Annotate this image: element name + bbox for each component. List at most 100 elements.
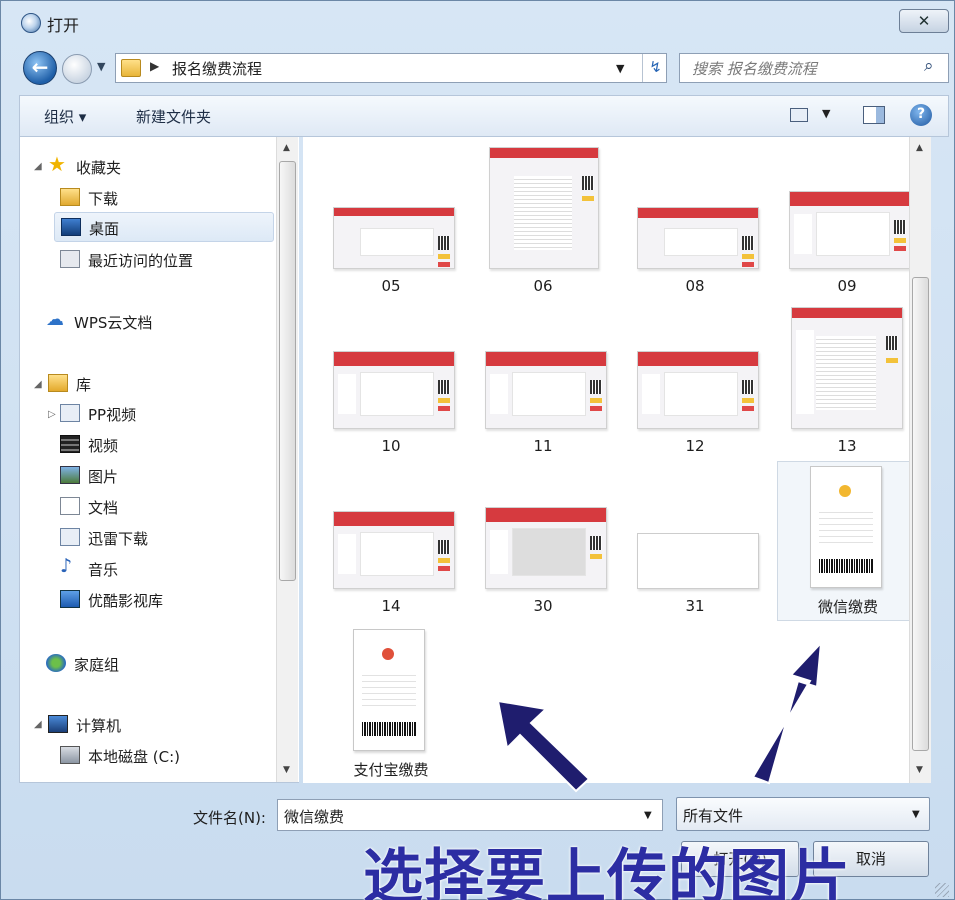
filename-dropdown-icon[interactable]: ▼ (644, 810, 652, 821)
pictures-icon (60, 466, 80, 484)
filename-label: 文件名(N): (193, 809, 266, 827)
file-thumbnail (637, 207, 759, 269)
file-item[interactable]: 10 (321, 301, 461, 461)
expand-pp-video-icon[interactable]: ▷ (48, 409, 56, 420)
sidebar-item-pictures[interactable]: 图片 (60, 461, 260, 491)
filetype-dropdown-icon[interactable]: ▼ (912, 809, 920, 820)
file-name: 13 (837, 437, 857, 455)
file-item[interactable]: 09 (777, 141, 917, 301)
recent-places-icon (60, 250, 80, 268)
sidebar-item-thunder-download[interactable]: 迅雷下载 (60, 523, 260, 553)
file-thumbnail (810, 466, 882, 588)
sidebar-item-homegroup[interactable]: 家庭组 (46, 649, 246, 679)
file-item[interactable]: 05 (321, 141, 461, 301)
navigation-pane: ◢ ★ 收藏夹 下载 桌面 最近访问的位置 ☁ WPS云文档 ◢ 库 ▷ PP视… (19, 137, 299, 783)
search-icon[interactable]: ⌕ (924, 56, 934, 76)
back-button[interactable]: ← (23, 51, 57, 85)
address-dropdown-icon[interactable]: ▼ (616, 62, 624, 75)
view-dropdown-icon[interactable]: ▼ (822, 107, 830, 120)
file-item[interactable]: 14 (321, 461, 461, 621)
computer-icon (48, 715, 68, 733)
file-thumbnail (489, 147, 599, 269)
sidebar-item-downloads[interactable]: 下载 (60, 183, 260, 213)
change-view-icon[interactable] (790, 108, 808, 122)
sidebar-item-computer[interactable]: 计算机 (48, 710, 248, 740)
arrow-left-icon: ← (31, 55, 49, 79)
file-thumbnail (333, 511, 455, 589)
sidebar-scroll-thumb[interactable] (279, 161, 296, 581)
file-thumbnail (637, 533, 759, 589)
file-name: 支付宝缴费 (353, 761, 429, 779)
sidebar-item-recent-places[interactable]: 最近访问的位置 (60, 245, 280, 275)
sidebar-item-pp-video[interactable]: PP视频 (60, 399, 260, 429)
scroll-down-icon[interactable]: ▼ (283, 765, 290, 775)
file-thumbnail (485, 351, 607, 429)
annotation-text: 选择要上传的图片 (363, 843, 851, 900)
library-icon (48, 374, 68, 392)
file-name: 10 (381, 437, 401, 455)
expand-library-icon[interactable]: ◢ (34, 379, 42, 390)
sidebar-item-wps-cloud[interactable]: ☁ WPS云文档 (46, 307, 266, 337)
filetype-select[interactable]: 所有文件 ▼ (676, 797, 930, 831)
sidebar-item-video[interactable]: 视频 (60, 430, 260, 460)
file-item-selected[interactable]: 微信缴费 (777, 461, 919, 621)
breadcrumb-chevron-icon[interactable]: ▶ (150, 59, 159, 73)
file-thumbnail (333, 207, 455, 269)
file-list: 05 06 08 09 10 11 12 13 14 30 31 微信缴费 支付… (303, 137, 931, 783)
breadcrumb[interactable]: 报名缴费流程 (172, 58, 262, 79)
file-item[interactable]: 支付宝缴费 (321, 621, 461, 781)
file-item[interactable]: 11 (473, 301, 613, 461)
sidebar-item-youku[interactable]: 优酷影视库 (60, 585, 260, 615)
disk-icon (60, 746, 80, 764)
sidebar-item-library[interactable]: 库 (48, 369, 248, 399)
content-scrollbar[interactable]: ▲ ▼ (909, 137, 931, 783)
preview-pane-icon[interactable] (863, 106, 885, 124)
close-button[interactable]: ✕ (899, 9, 949, 33)
filename-value[interactable]: 微信缴费 (284, 806, 344, 827)
scroll-up-icon[interactable]: ▲ (916, 143, 923, 153)
history-dropdown-icon[interactable]: ▼ (97, 60, 105, 73)
sidebar-item-local-disk-c[interactable]: 本地磁盘 (C:) (60, 741, 260, 771)
scroll-up-icon[interactable]: ▲ (283, 143, 290, 153)
open-file-dialog: 打开 ✕ ← ▼ ▶ 报名缴费流程 ▼ ↯ 搜索 报名缴费流程 ⌕ 组织 ▾ 新… (0, 0, 955, 900)
new-folder-button[interactable]: 新建文件夹 (136, 106, 211, 127)
video-icon (60, 435, 80, 453)
refresh-button[interactable]: ↯ (642, 54, 668, 82)
file-item[interactable]: 08 (625, 141, 765, 301)
sidebar-item-documents[interactable]: 文档 (60, 492, 260, 522)
sidebar-item-desktop[interactable]: 桌面 (54, 212, 274, 242)
youku-icon (60, 590, 80, 608)
search-input[interactable]: 搜索 报名缴费流程 ⌕ (679, 53, 949, 83)
file-item[interactable]: 06 (473, 141, 613, 301)
filename-field[interactable]: 微信缴费 ▼ (277, 799, 663, 831)
address-bar[interactable]: ▶ 报名缴费流程 ▼ ↯ (115, 53, 667, 83)
command-toolbar: 组织 ▾ 新建文件夹 ▼ ? (19, 95, 949, 137)
forward-button[interactable] (62, 54, 92, 84)
help-icon[interactable]: ? (910, 104, 932, 126)
file-item[interactable]: 30 (473, 461, 613, 621)
sidebar-scrollbar[interactable]: ▲ ▼ (276, 137, 298, 782)
file-thumbnail (637, 351, 759, 429)
file-name: 11 (533, 437, 553, 455)
expand-computer-icon[interactable]: ◢ (34, 719, 42, 730)
content-scroll-thumb[interactable] (912, 277, 929, 751)
sidebar-item-music[interactable]: ♪ 音乐 (60, 554, 260, 584)
file-name: 30 (533, 597, 553, 615)
file-name: 08 (685, 277, 705, 295)
file-thumbnail (791, 307, 903, 429)
file-thumbnail (789, 191, 911, 269)
file-name: 微信缴费 (817, 598, 878, 616)
filetype-value: 所有文件 (683, 807, 744, 825)
pp-video-icon (60, 404, 80, 422)
documents-icon (60, 497, 80, 515)
expand-favorites-icon[interactable]: ◢ (34, 161, 42, 172)
sidebar-item-favorites[interactable]: ★ 收藏夹 (48, 152, 248, 182)
file-item[interactable]: 13 (777, 301, 917, 461)
file-item[interactable]: 12 (625, 301, 765, 461)
file-name: 05 (381, 277, 401, 295)
file-item[interactable]: 31 (625, 461, 765, 621)
organize-button[interactable]: 组织 ▾ (44, 106, 86, 127)
file-name: 09 (837, 277, 857, 295)
scroll-down-icon[interactable]: ▼ (916, 765, 923, 775)
resize-grip-icon[interactable] (935, 883, 949, 897)
